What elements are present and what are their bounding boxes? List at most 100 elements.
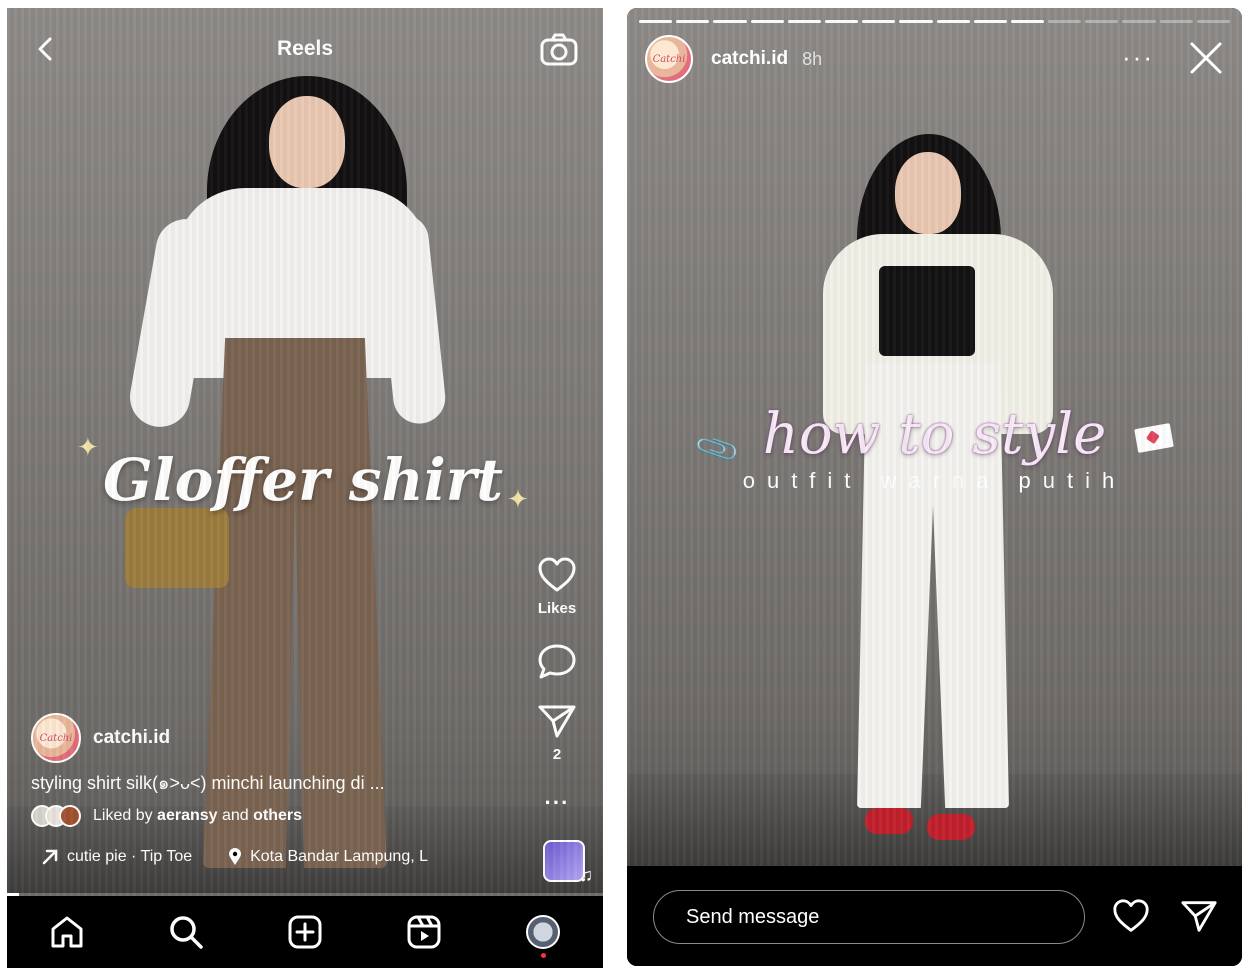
- reels-icon[interactable]: [406, 914, 442, 950]
- more-icon[interactable]: ···: [1122, 42, 1154, 73]
- fairy-sticker: ✦: [77, 432, 99, 462]
- person-cardigan: [823, 234, 1053, 434]
- plus-square-icon[interactable]: [287, 914, 323, 950]
- story-progress-segment: [1085, 20, 1119, 23]
- meta-row: cutie pie · Tip Toe Kota Bandar Lampung,…: [41, 848, 464, 866]
- story-progress-segment: [676, 20, 710, 23]
- story-time: 8h: [802, 48, 823, 69]
- heart-icon[interactable]: [1111, 896, 1151, 936]
- love-letter-icon: [1134, 423, 1174, 453]
- person-hair: [207, 76, 407, 306]
- like-action[interactable]: Likes: [527, 556, 587, 617]
- profile-avatar[interactable]: [526, 915, 561, 949]
- reels-header: Reels: [7, 8, 603, 88]
- chevron-left-icon[interactable]: [31, 34, 61, 64]
- fairy-sticker: ✦: [507, 484, 529, 514]
- person-right-shoe: [927, 814, 975, 840]
- notification-dot: [541, 953, 547, 958]
- username[interactable]: catchi.id: [93, 727, 170, 749]
- story-progress-segment: [824, 20, 859, 23]
- story-progress-segment: [936, 20, 970, 23]
- avatar[interactable]: Catchi: [31, 713, 81, 763]
- story-progress-segment: [973, 20, 1007, 23]
- mini-avatar: [59, 805, 81, 827]
- paperclip-icon: 📎: [693, 425, 743, 474]
- story-progress-segment: [1159, 20, 1193, 23]
- author-row[interactable]: Catchi catchi.id: [31, 713, 170, 763]
- liker-avatars: [31, 805, 81, 827]
- story-progress-segment: [787, 20, 821, 23]
- send-message-input[interactable]: [653, 890, 1085, 944]
- audio-label: cutie pie · Tip Toe: [67, 848, 193, 865]
- person-left-shoe: [865, 808, 913, 834]
- reel-video[interactable]: Reels ✦ Gloffer shirt ✦ Likes 2 ··· ♫ Ca…: [7, 8, 603, 896]
- floor: [7, 806, 603, 896]
- story-header: Catchi catchi.id 8h ···: [645, 35, 1224, 83]
- story-progress-segment: [1196, 20, 1230, 23]
- comment-icon[interactable]: [536, 642, 578, 682]
- close-icon[interactable]: [1188, 40, 1224, 76]
- story-username[interactable]: catchi.id: [711, 48, 788, 70]
- liked-by-text: Liked by aeransy and others: [93, 807, 302, 825]
- story-progress-segment: [1048, 20, 1082, 23]
- mini-avatar: [31, 805, 53, 827]
- person-trousers: [203, 338, 387, 868]
- person-right-sleeve: [374, 211, 448, 427]
- story-progress-segment: [1010, 20, 1045, 23]
- story-footer: [627, 866, 1242, 966]
- location-pin-icon: [229, 848, 242, 865]
- person-hair: [857, 134, 1001, 344]
- arrow-up-right-icon: [42, 849, 58, 865]
- search-icon[interactable]: [168, 914, 204, 950]
- share-action[interactable]: 2: [527, 702, 587, 763]
- story-progress-segment: [899, 20, 933, 23]
- nav-search[interactable]: [164, 910, 208, 954]
- liked-by-prefix: Liked by: [93, 807, 158, 824]
- comment-action[interactable]: [527, 642, 587, 682]
- likes-label: Likes: [537, 600, 577, 617]
- story-progress-segment: [750, 20, 784, 23]
- avatar-logo-text: Catchi: [652, 53, 686, 65]
- person-shirt: [175, 188, 429, 378]
- camera-icon[interactable]: [539, 32, 579, 68]
- handbag: [125, 508, 229, 588]
- share-count: 2: [552, 746, 562, 763]
- person-left-sleeve: [125, 214, 221, 432]
- more-icon[interactable]: ···: [527, 790, 587, 816]
- send-icon[interactable]: [536, 702, 578, 740]
- story-media[interactable]: Catchi catchi.id 8h ··· 📎 how to style o…: [627, 8, 1242, 866]
- person-face: [269, 96, 345, 188]
- story-viewer: Catchi catchi.id 8h ··· 📎 how to style o…: [627, 8, 1242, 966]
- nav-home[interactable]: [45, 910, 89, 954]
- home-icon[interactable]: [49, 915, 85, 949]
- story-progress-bars: [639, 20, 1230, 23]
- liked-by-middle: and: [217, 807, 254, 824]
- audio-thumbnail[interactable]: ♫: [543, 840, 593, 885]
- person-top: [879, 266, 975, 356]
- story-progress-segment: [639, 20, 673, 23]
- liked-by-row[interactable]: Liked by aeransy and others: [31, 805, 302, 827]
- nav-create[interactable]: [283, 910, 327, 954]
- story-progress-segment: [1122, 20, 1156, 23]
- music-note-icon: ♫: [579, 865, 594, 885]
- nav-profile[interactable]: [521, 910, 565, 958]
- reels-viewer: Reels ✦ Gloffer shirt ✦ Likes 2 ··· ♫ Ca…: [7, 8, 603, 968]
- person-trousers: [857, 364, 1009, 808]
- page-title: Reels: [276, 37, 334, 60]
- avatar[interactable]: Catchi: [645, 35, 693, 83]
- send-icon[interactable]: [1179, 896, 1219, 936]
- bottom-nav: [7, 896, 603, 968]
- location-label: Kota Bandar Lampung, L: [250, 848, 429, 865]
- story-title: how to style: [762, 402, 1107, 467]
- avatar-logo-text: Catchi: [39, 732, 73, 744]
- audio-link[interactable]: cutie pie · Tip Toe: [41, 848, 192, 866]
- nav-reels[interactable]: [402, 910, 446, 954]
- story-progress-segment: [862, 20, 896, 23]
- caption[interactable]: styling shirt silk(๑˃ᴗ˂) minchi launchin…: [31, 768, 491, 797]
- location-link[interactable]: Kota Bandar Lampung, L: [228, 848, 428, 866]
- liked-by-user[interactable]: aeransy: [157, 807, 218, 824]
- story-subtitle: outfit warna putih: [742, 468, 1127, 493]
- mini-avatar: [45, 805, 67, 827]
- liked-by-others[interactable]: others: [253, 807, 302, 824]
- heart-icon[interactable]: [536, 556, 578, 594]
